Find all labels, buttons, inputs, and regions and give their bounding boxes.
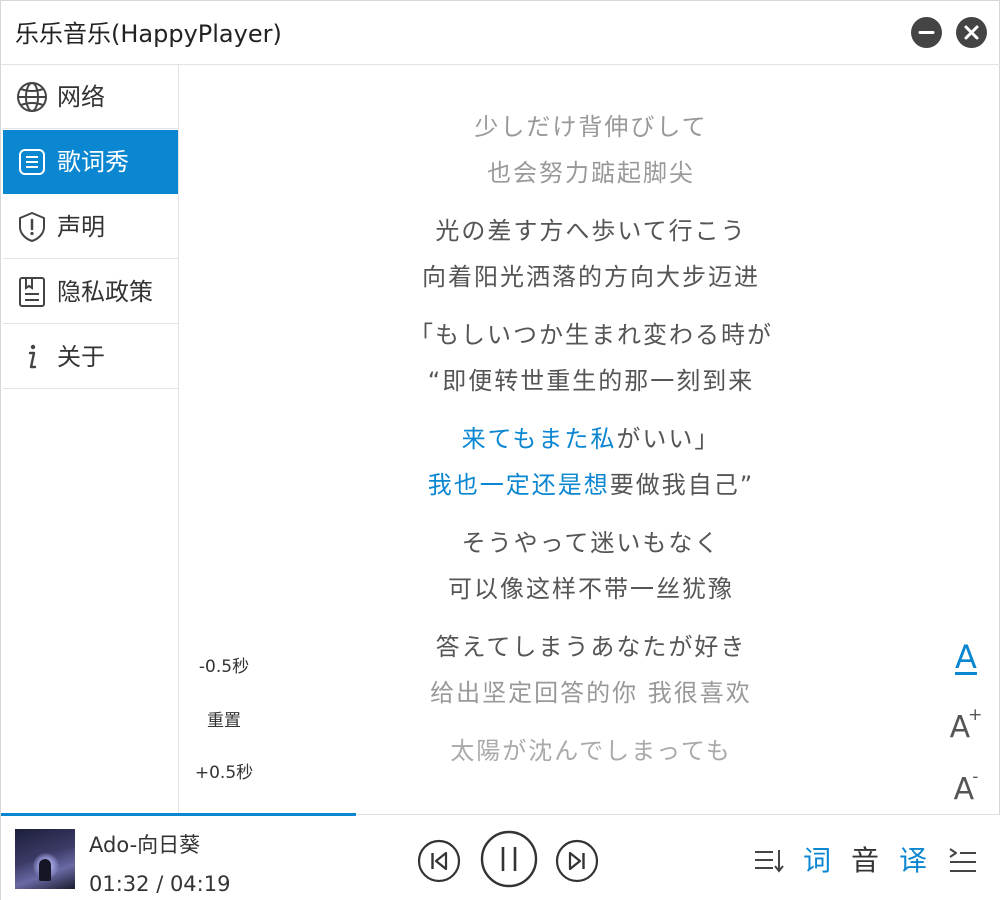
next-button[interactable]	[555, 839, 599, 883]
sidebar: 网络 歌词秀 声明 隐私政策 关于	[1, 65, 179, 814]
next-icon	[555, 839, 599, 883]
font-increase-mark: +	[968, 705, 983, 725]
lyrics-icon	[19, 149, 45, 175]
minimize-icon	[918, 31, 935, 34]
sidebar-item-label: 声明	[57, 213, 105, 241]
previous-button[interactable]	[417, 839, 461, 883]
sidebar-item-about[interactable]: 关于	[3, 325, 178, 389]
playlist-order-button[interactable]	[753, 846, 785, 876]
lyric-unplayed-text: 要做我自己”	[609, 471, 755, 499]
progress-bar[interactable]	[1, 813, 356, 816]
sidebar-item-label: 隐私政策	[57, 278, 153, 306]
lyric-line: 少しだけ背伸びして	[474, 113, 708, 141]
close-button[interactable]	[956, 17, 987, 48]
font-decrease-mark: -	[972, 767, 979, 787]
sort-list-icon	[755, 850, 784, 873]
current-lyric-translation: 我也一定还是想要做我自己”	[181, 468, 1000, 502]
title-bar: 乐乐音乐(HappyPlayer)	[1, 1, 1000, 65]
lyric-line: 「もしいつか生まれ変わる時が	[409, 321, 773, 349]
lyric-translation-line: “即便转世重生的那一刻到来	[427, 367, 755, 395]
privacy-doc-icon	[19, 277, 45, 307]
pause-button[interactable]	[479, 829, 539, 889]
queue-list-icon	[949, 848, 976, 872]
previous-icon	[417, 839, 461, 883]
lyric-unplayed-text: がいい」	[616, 425, 721, 453]
offset-reset-button[interactable]: 重置	[179, 706, 269, 736]
sidebar-item-privacy[interactable]: 隐私政策	[3, 260, 178, 324]
lyric-line: 光の差す方へ歩いて行こう	[435, 217, 747, 245]
font-increase-button[interactable]: A+	[946, 701, 986, 745]
app-window: 乐乐音乐(HappyPlayer) 网络 歌词秀 声明 隐私政策 关于 -0.5…	[0, 0, 1000, 900]
song-title: Ado-向日葵	[89, 833, 201, 857]
sidebar-item-label: 网络	[57, 83, 105, 111]
translate-toggle-button[interactable]: 译	[899, 843, 927, 879]
sidebar-item-label: 关于	[57, 343, 105, 371]
lyric-color-button[interactable]: A	[946, 637, 986, 677]
lyric-played-text: 来てもまた私	[461, 425, 617, 453]
lyric-toggle-button[interactable]: 词	[803, 843, 831, 879]
lyric-line: そうやって迷いもなく	[461, 529, 721, 557]
lyric-played-text: 我也一定还是想	[427, 471, 610, 499]
lyric-line: 太陽が沈んでしまっても	[450, 737, 732, 765]
lyric-line: 答えてしまうあなたが好き	[435, 633, 747, 661]
lyric-translation-line: 也会努力踮起脚尖	[487, 159, 695, 187]
play-queue-button[interactable]	[947, 846, 979, 876]
lyric-translation-line: 向着阳光洒落的方向大步迈进	[422, 263, 760, 291]
font-decrease-button[interactable]: A-	[946, 763, 986, 807]
sidebar-item-label: 歌词秀	[57, 148, 129, 176]
minimize-button[interactable]	[911, 17, 942, 48]
album-cover	[15, 829, 75, 889]
sidebar-item-statement[interactable]: 声明	[3, 195, 178, 259]
sidebar-item-lyrics[interactable]: 歌词秀	[3, 130, 178, 194]
pause-icon	[480, 830, 538, 888]
lyric-translation-line: 给出坚定回答的你 我很喜欢	[430, 679, 752, 707]
current-lyric-line: 来てもまた私がいい」	[181, 422, 1000, 456]
sidebar-item-network[interactable]: 网络	[3, 65, 178, 129]
song-time: 01:32 / 04:19	[89, 872, 231, 896]
globe-icon	[17, 82, 47, 112]
shield-icon	[19, 212, 45, 242]
close-icon	[964, 25, 979, 40]
app-title: 乐乐音乐(HappyPlayer)	[15, 20, 282, 48]
audio-toggle-button[interactable]: 音	[851, 843, 879, 879]
info-icon	[28, 344, 37, 369]
lyric-translation-line: 可以像这样不带一丝犹豫	[448, 575, 734, 603]
player-bar: Ado-向日葵 01:32 / 04:19 词 音 译	[1, 813, 1000, 900]
